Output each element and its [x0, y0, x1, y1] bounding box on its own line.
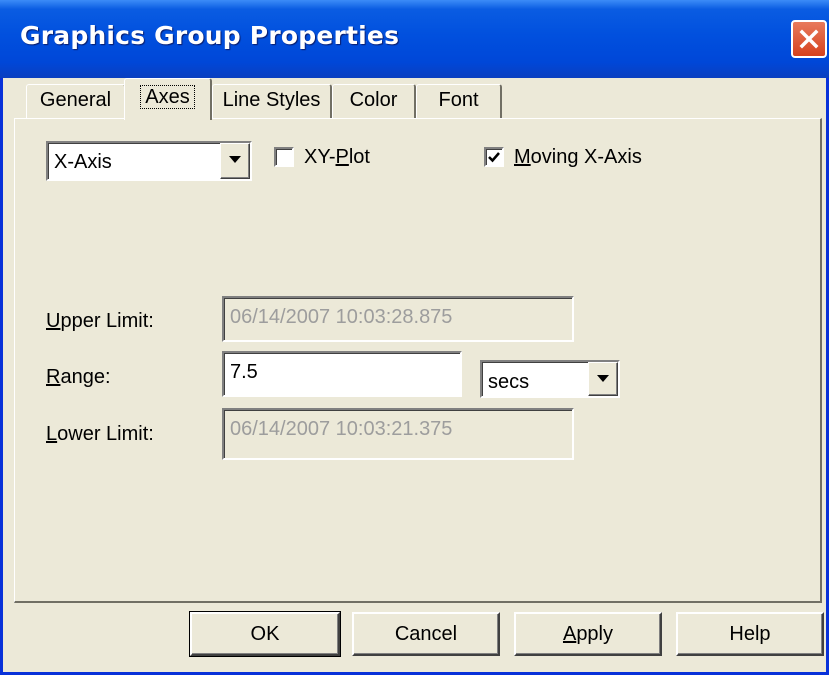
help-button[interactable]: Help: [676, 612, 824, 656]
tab-font[interactable]: Font: [416, 84, 502, 118]
axis-select-value: X-Axis: [54, 151, 112, 173]
xy-plot-label-pre: XY-: [304, 146, 336, 168]
moving-x-axis-checkbox[interactable]: [484, 147, 504, 167]
ok-button[interactable]: OK: [189, 611, 341, 657]
upper-limit-field: 06/14/2007 10:03:28.875: [222, 296, 574, 342]
chevron-down-icon: [229, 156, 241, 163]
apply-button-label-post: pply: [576, 623, 614, 645]
axis-select[interactable]: X-Axis: [46, 141, 252, 181]
close-button[interactable]: [791, 20, 827, 58]
range-input[interactable]: 7.5: [222, 351, 462, 397]
xy-plot-label-post: lot: [348, 146, 370, 168]
moving-x-axis-label-post: oving X-Axis: [530, 146, 642, 168]
upper-limit-label: Upper Limit:: [46, 310, 154, 333]
range-unit-dropdown-button[interactable]: [588, 362, 618, 396]
range-value: 7.5: [230, 361, 258, 383]
moving-x-axis-label-key: M: [514, 146, 531, 168]
tab-general-label: General: [39, 89, 112, 111]
lower-limit-label-key: L: [46, 423, 58, 445]
tab-color[interactable]: Color: [332, 84, 416, 118]
close-icon: [799, 29, 819, 49]
xy-plot-checkbox[interactable]: [274, 147, 294, 167]
upper-limit-value: 06/14/2007 10:03:28.875: [230, 306, 453, 328]
tab-general[interactable]: General: [26, 84, 126, 118]
range-label-key: R: [46, 366, 61, 388]
upper-limit-label-key: U: [46, 310, 61, 332]
tab-line-styles[interactable]: Line Styles: [212, 84, 332, 118]
lower-limit-label-post: ower Limit:: [57, 423, 154, 445]
tab-axes[interactable]: Axes: [124, 78, 212, 120]
cancel-button[interactable]: Cancel: [352, 612, 500, 656]
tab-line-styles-label: Line Styles: [222, 89, 321, 111]
apply-button[interactable]: Apply: [514, 612, 662, 656]
checkmark-icon: [488, 152, 500, 163]
cancel-button-label: Cancel: [394, 623, 458, 645]
axis-select-dropdown-button[interactable]: [220, 143, 250, 179]
tab-color-label: Color: [349, 89, 398, 111]
xy-plot-label-key: P: [335, 146, 349, 168]
apply-button-label-key: A: [562, 623, 577, 645]
chevron-down-icon: [597, 375, 609, 382]
help-button-label: Help: [729, 623, 771, 645]
tab-font-label: Font: [438, 89, 479, 111]
range-unit-select[interactable]: secs: [480, 360, 620, 398]
ok-button-label: OK: [250, 623, 280, 645]
range-label-post: ange:: [60, 366, 111, 388]
title-bar[interactable]: Graphics Group Properties: [0, 0, 829, 78]
lower-limit-label: Lower Limit:: [46, 423, 154, 446]
upper-limit-label-post: pper Limit:: [60, 310, 154, 332]
tab-axes-label: Axes: [140, 85, 195, 109]
moving-x-axis-label[interactable]: Moving X-Axis: [514, 146, 642, 169]
lower-limit-value: 06/14/2007 10:03:21.375: [230, 418, 453, 440]
xy-plot-label[interactable]: XY-Plot: [304, 146, 370, 169]
range-label: Range:: [46, 366, 111, 389]
window-title: Graphics Group Properties: [20, 21, 400, 50]
lower-limit-field: 06/14/2007 10:03:21.375: [222, 408, 574, 460]
range-unit-value: secs: [488, 371, 530, 393]
